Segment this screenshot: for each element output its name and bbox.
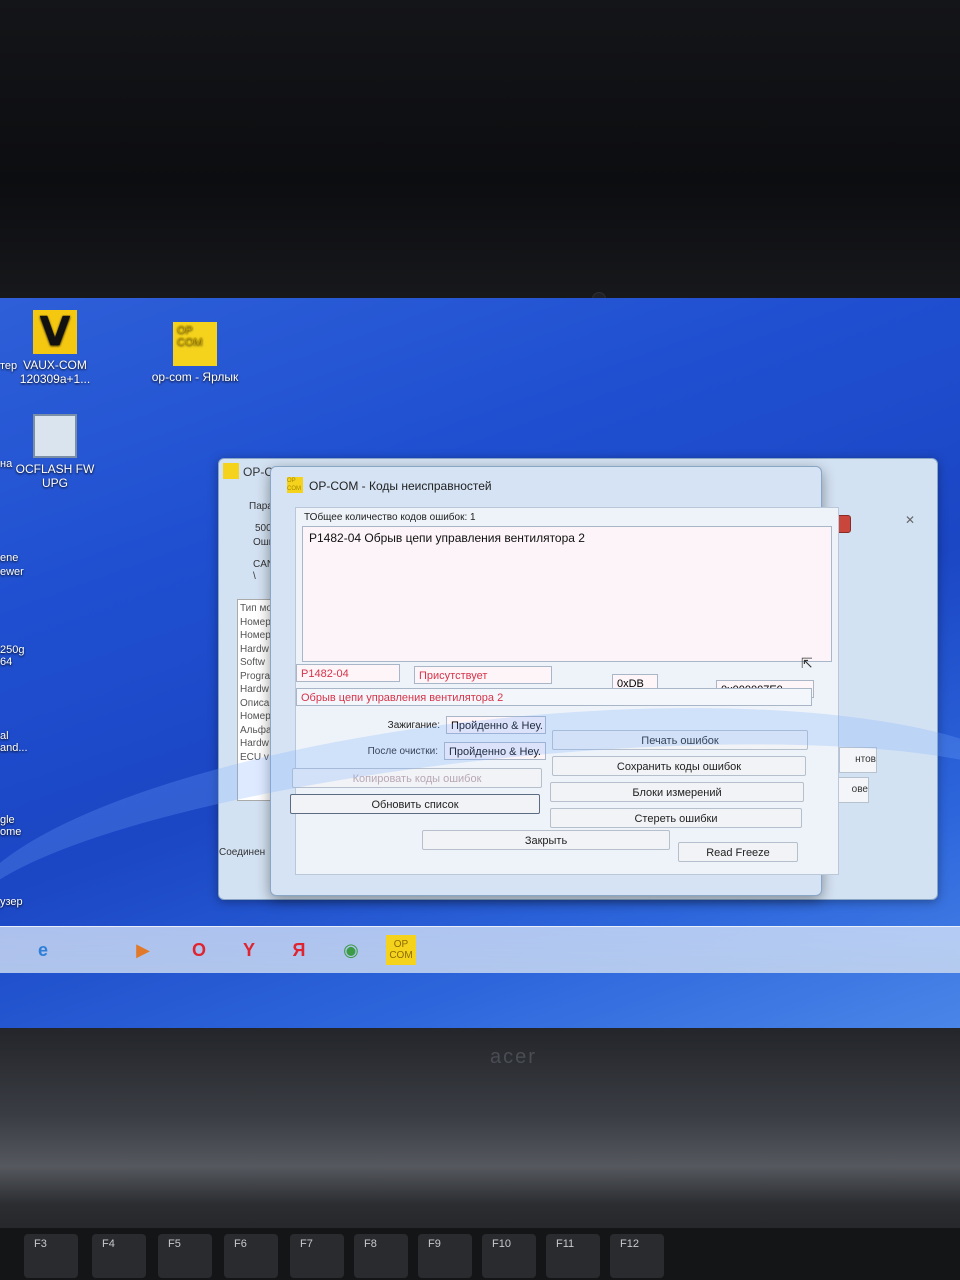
- ignition-label: Зажигание:: [387, 720, 440, 731]
- after-clear-label: После очистки:: [367, 746, 438, 757]
- opcom-logo-icon: [223, 463, 239, 479]
- side-text: \: [253, 571, 256, 582]
- key-f7: F7: [290, 1234, 344, 1278]
- dialog-title: OP-COM - Коды неисправностей: [309, 479, 492, 493]
- desktop-icon-opcom[interactable]: OP COM op-com - Ярлык: [150, 322, 240, 384]
- edge-icon-label: al: [0, 730, 9, 742]
- key-f5: F5: [158, 1234, 212, 1278]
- ie-icon[interactable]: e: [28, 935, 58, 965]
- edge-icon-label: 64: [0, 656, 13, 668]
- key-f11: F11: [546, 1234, 600, 1278]
- measurement-blocks-button[interactable]: Блоки измерений: [550, 782, 804, 802]
- media-player-icon[interactable]: ▶: [128, 935, 158, 965]
- trouble-codes-list[interactable]: P1482-04 Обрыв цепи управления вентилято…: [302, 526, 832, 671]
- edge-icon-label: 250g: [0, 644, 25, 656]
- ocflash-icon: [33, 414, 77, 458]
- opera-icon[interactable]: O: [184, 935, 214, 965]
- state-field: Присутствует: [414, 666, 552, 684]
- list-item[interactable]: P1482-04 Обрыв цепи управления вентилято…: [303, 527, 831, 549]
- back-button-ove[interactable]: ове: [831, 777, 869, 803]
- trouble-codes-dialog: OP COM OP-COM - Коды неисправностей ✕ ТО…: [270, 466, 851, 896]
- erase-codes-button[interactable]: Стереть ошибки: [550, 808, 802, 828]
- opcom-logo-icon: OP COM: [287, 477, 303, 493]
- save-codes-button[interactable]: Сохранить коды ошибок: [552, 756, 806, 776]
- total-codes-label: ТОбщее количество кодов ошибок: 1: [304, 512, 476, 523]
- close-dialog-button[interactable]: Закрыть: [422, 830, 670, 850]
- key-f10: F10: [482, 1234, 536, 1278]
- mouse-cursor-icon: ⇱: [801, 655, 813, 671]
- refresh-list-button[interactable]: Обновить список: [290, 794, 540, 814]
- key-f3: F3: [24, 1234, 78, 1278]
- edge-icon-label: ome: [0, 826, 22, 838]
- key-f6: F6: [224, 1234, 278, 1278]
- edge-icon-label: and...: [0, 742, 28, 754]
- key-f8: F8: [354, 1234, 408, 1278]
- desktop-icon-label: OCFLASH FW UPG: [15, 462, 95, 490]
- after-clear-value: Пройденно & Неу.: [444, 742, 546, 760]
- desktop-icon-label: op-com - Ярлык: [151, 370, 239, 384]
- opcom-shortcut-icon: OP COM: [173, 322, 217, 366]
- code-field: P1482-04: [296, 664, 400, 682]
- description-field: Обрыв цепи управления вентилятора 2: [296, 688, 812, 706]
- laptop-bezel-top: [0, 0, 960, 306]
- opcom-taskbar-icon[interactable]: OP COM: [386, 935, 416, 965]
- edge-icon-label: ene: [0, 552, 19, 564]
- list-item: ECU v: [240, 751, 269, 763]
- ignition-value: Пройденно & Неу.: [446, 716, 546, 734]
- read-freeze-button[interactable]: Read Freeze: [678, 842, 798, 862]
- desktop-screen: V VAUX-COM 120309a+1... OP COM op-com - …: [0, 298, 960, 1028]
- key-f4: F4: [92, 1234, 146, 1278]
- desktop-icon-vaux-com[interactable]: V VAUX-COM 120309a+1...: [10, 310, 100, 386]
- key-f12: F12: [610, 1234, 664, 1278]
- print-codes-button[interactable]: Печать ошибок: [552, 730, 808, 750]
- copy-codes-button[interactable]: Копировать коды ошибок: [292, 768, 542, 788]
- edge-icon-label: gle: [0, 814, 15, 826]
- taskbar: e ▶ O Y Я ◉ OP COM: [0, 926, 960, 973]
- edge-icon-label: на: [0, 458, 13, 470]
- yandex-browser-icon[interactable]: Я: [284, 935, 314, 965]
- key-f9: F9: [418, 1234, 472, 1278]
- close-icon[interactable]: ✕: [899, 513, 921, 527]
- edge-icon-label: ewer: [0, 566, 24, 578]
- status-text: Соединен: [219, 847, 266, 858]
- vaux-com-icon: V: [33, 310, 77, 354]
- brand-logo: acer: [490, 1046, 537, 1068]
- desktop-icon-ocflash[interactable]: OCFLASH FW UPG: [10, 414, 100, 490]
- edge-icon-label: узер: [0, 896, 23, 908]
- desktop-icon-label: VAUX-COM 120309a+1...: [19, 358, 91, 386]
- edge-icon-label: тер: [0, 360, 18, 372]
- laptop-bezel-bottom: acer F3 F4 F5 F6 F7 F8 F9 F10 F11 F12: [0, 1028, 960, 1280]
- keyboard: F3 F4 F5 F6 F7 F8 F9 F10 F11 F12: [0, 1228, 960, 1280]
- dialog-content: ТОбщее количество кодов ошибок: 1 P1482-…: [290, 507, 839, 875]
- back-button-nodes[interactable]: нтов: [839, 747, 877, 773]
- yandex-icon[interactable]: Y: [234, 935, 264, 965]
- chrome-icon[interactable]: ◉: [336, 935, 366, 965]
